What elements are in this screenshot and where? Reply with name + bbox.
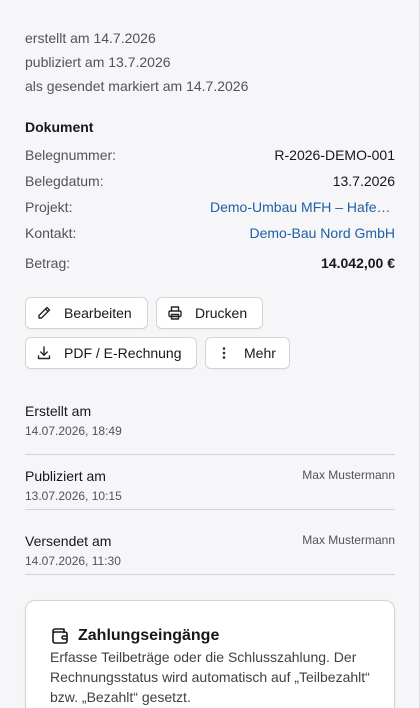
field-projekt: Projekt: Demo-Umbau MFH – Hafenstraße <box>25 199 395 219</box>
history-created: erstellt am 14.7.2026 <box>25 30 156 46</box>
amount-value: 14.042,00 € <box>321 255 395 271</box>
document-section-title: Dokument <box>25 119 94 135</box>
timeline-item-sent: Versendet am 14.07.2026, 11:30 Max Muste… <box>25 533 395 575</box>
field-betrag: Betrag: 14.042,00 € <box>25 255 395 275</box>
timeline-date: 14.07.2026, 18:49 <box>25 424 122 438</box>
field-label: Kontakt: <box>25 225 77 241</box>
field-label: Belegnummer: <box>25 147 117 163</box>
timeline-user: Max Mustermann <box>302 533 395 547</box>
printer-icon <box>168 306 182 320</box>
history-log: erstellt am 14.7.2026 publiziert am 13.7… <box>25 26 248 98</box>
payments-card-header: Zahlungseingänge <box>50 626 219 646</box>
more-button[interactable]: Mehr <box>205 337 290 369</box>
project-link[interactable]: Demo-Umbau MFH – Hafenstraße <box>210 199 395 215</box>
payments-description: Erfasse Teilbeträge oder die Schlusszahl… <box>50 649 370 705</box>
timeline-date: 14.07.2026, 11:30 <box>25 554 121 568</box>
timeline-title: Publiziert am <box>25 468 106 484</box>
payments-card: Zahlungseingänge Erfasse Teilbeträge ode… <box>25 600 395 708</box>
field-value: 13.7.2026 <box>332 173 395 189</box>
field-belegnummer: Belegnummer: R-2026-DEMO-001 <box>25 147 395 167</box>
timeline-item-created: Erstellt am 14.07.2026, 18:49 <box>25 403 395 455</box>
more-vertical-icon <box>222 347 226 359</box>
field-label: Belegdatum: <box>25 173 104 189</box>
document-sidebar: erstellt am 14.7.2026 publiziert am 13.7… <box>0 0 420 708</box>
print-button[interactable]: Drucken <box>156 297 263 329</box>
payments-title: Zahlungseingänge <box>78 627 220 644</box>
history-sent: als gesendet markiert am 14.7.2026 <box>25 78 249 94</box>
field-value: R-2026-DEMO-001 <box>274 147 395 163</box>
field-label: Projekt: <box>25 199 73 215</box>
wallet-icon <box>52 628 68 644</box>
edit-button-label: Bearbeiten <box>64 305 132 321</box>
timeline-date: 13.07.2026, 10:15 <box>25 489 122 503</box>
timeline-title: Erstellt am <box>25 403 92 419</box>
timeline-user: Max Mustermann <box>302 468 395 482</box>
edit-button[interactable]: Bearbeiten <box>25 297 148 329</box>
pdf-erechnung-button[interactable]: PDF / E-Rechnung <box>25 337 197 369</box>
timeline-title: Versendet am <box>25 533 112 549</box>
timeline-item-published: Publiziert am 13.07.2026, 10:15 Max Must… <box>25 468 395 510</box>
pdf-button-label: PDF / E-Rechnung <box>64 345 182 361</box>
contact-link[interactable]: Demo-Bau Nord GmbH <box>250 225 396 241</box>
print-button-label: Drucken <box>195 305 248 321</box>
field-kontakt: Kontakt: Demo-Bau Nord GmbH <box>25 225 395 245</box>
download-icon <box>37 346 51 360</box>
field-belegdatum: Belegdatum: 13.7.2026 <box>25 173 395 193</box>
pencil-icon <box>38 306 51 319</box>
field-label: Betrag: <box>25 255 71 271</box>
history-published: publiziert am 13.7.2026 <box>25 54 171 70</box>
more-button-label: Mehr <box>244 345 276 361</box>
